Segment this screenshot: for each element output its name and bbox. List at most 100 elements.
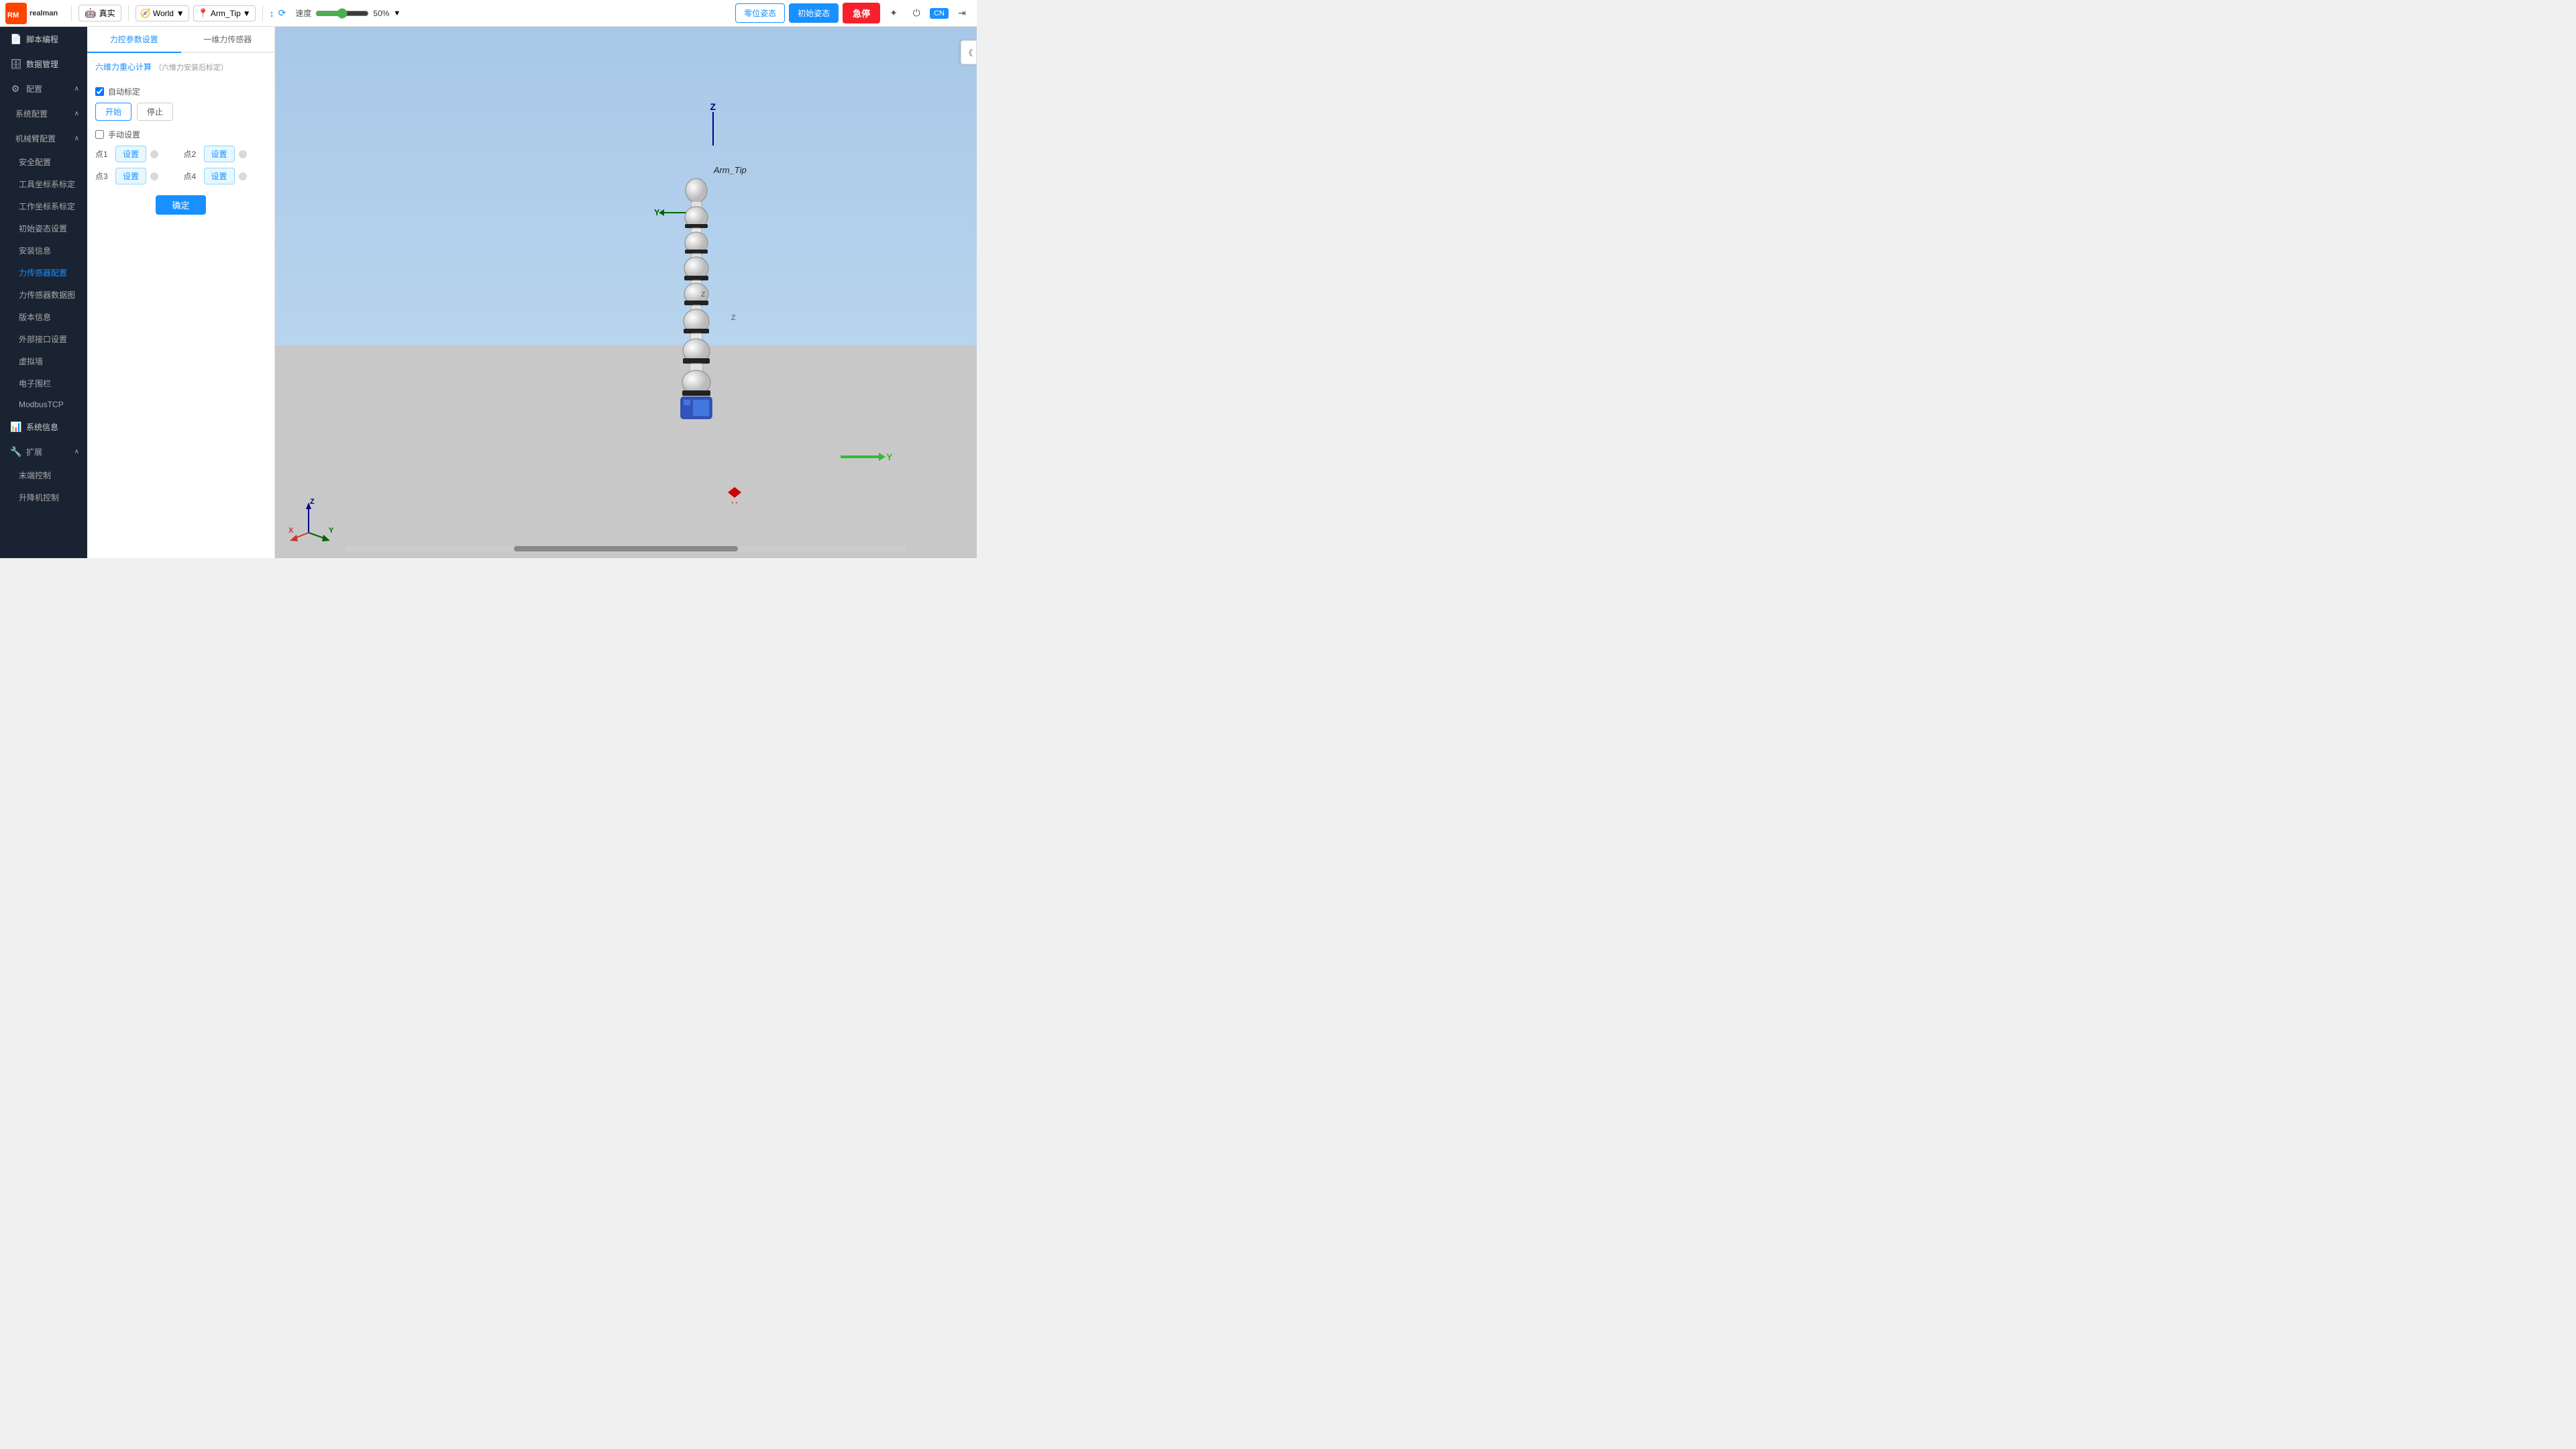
point2-label: 点2 xyxy=(184,148,200,160)
logo-icon: RM xyxy=(5,3,27,24)
sidebar-item-virtual-wall[interactable]: 虚拟墙 xyxy=(0,350,87,372)
sidebar-label-script: 脚本编程 xyxy=(26,34,58,45)
bottom-scrollbar[interactable] xyxy=(345,546,907,551)
sidebar-item-force-chart[interactable]: 力传感器数据图 xyxy=(0,284,87,306)
sidebar-label-lift: 升降机控制 xyxy=(19,493,59,502)
arm-tip-label: Arm_Tip xyxy=(211,9,241,18)
sidebar-item-terminal[interactable]: 末端控制 xyxy=(0,464,87,486)
collapse-button[interactable]: 《 xyxy=(961,40,977,64)
expand-chevron-icon: ∧ xyxy=(74,448,79,455)
config-label-left: ⚙ 配置 xyxy=(10,83,42,95)
sidebar-label-version: 版本信息 xyxy=(19,313,51,322)
sidebar-item-init-pose[interactable]: 初始姿态设置 xyxy=(0,217,87,239)
divider1 xyxy=(71,5,72,21)
section-subtitle: （六维力安装后标定） xyxy=(154,62,228,72)
divider2 xyxy=(128,5,129,21)
sidebar-label-config: 配置 xyxy=(26,83,42,95)
sidebar-item-force-sensor[interactable]: 力传感器配置 xyxy=(0,262,87,284)
sidebar-label-sysconfig: 系统配置 xyxy=(15,108,48,119)
sidebar-label-work-calib: 工作坐标系标定 xyxy=(19,202,75,211)
tab-1d-sensor[interactable]: 一维力传感器 xyxy=(181,27,275,53)
arm-tip-icon: 📍 xyxy=(198,8,209,19)
logo-text: realman xyxy=(30,9,58,17)
sidebar-item-version[interactable]: 版本信息 xyxy=(0,306,87,328)
armconfig-chevron-icon: ∧ xyxy=(74,135,79,142)
sidebar-label-safety: 安全配置 xyxy=(19,158,51,167)
chevron-down-icon2: ▼ xyxy=(243,9,251,18)
tab-force-params[interactable]: 力控参数设置 xyxy=(87,27,181,53)
y-axis-right-arrowhead xyxy=(879,453,885,461)
sidebar-item-work-calib[interactable]: 工作坐标系标定 xyxy=(0,195,87,217)
data-icon: 🗄 xyxy=(10,58,21,70)
point1-indicator xyxy=(150,150,158,158)
sidebar-label-e-fence: 电子围栏 xyxy=(19,379,51,388)
start-button[interactable]: 开始 xyxy=(95,103,131,121)
mode-btn[interactable]: 🤖 真实 xyxy=(78,5,121,21)
x-marker-svg: ✕ xyxy=(728,487,741,503)
mode-icon: 🤖 xyxy=(85,7,96,19)
svg-text:✕: ✕ xyxy=(731,500,739,503)
axis-widget: Z X Y xyxy=(288,496,342,545)
sidebar-item-sysinfo[interactable]: 📊 系统信息 xyxy=(0,415,87,439)
viewport[interactable]: Z Y Arm_Tip xyxy=(275,27,977,558)
section-title: 六维力重心计算 xyxy=(95,61,152,72)
power-icon[interactable]: ⏻ xyxy=(907,4,926,23)
emergency-stop-button[interactable]: 急停 xyxy=(843,3,880,23)
world-label: World xyxy=(153,9,174,18)
sidebar-item-safety[interactable]: 安全配置 xyxy=(0,151,87,173)
z-axis-mid: Z xyxy=(731,314,736,322)
sidebar-item-system-config[interactable]: 系统配置 ∧ xyxy=(0,101,87,126)
point1-row: 点1 设置 xyxy=(95,146,178,162)
sidebar-item-lift[interactable]: 升降机控制 xyxy=(0,486,87,508)
point3-indicator xyxy=(150,172,158,180)
sidebar-item-config[interactable]: ⚙ 配置 ∧ xyxy=(0,76,87,101)
sidebar-item-e-fence[interactable]: 电子围栏 xyxy=(0,372,87,394)
point2-set-button[interactable]: 设置 xyxy=(204,146,235,162)
y-axis-right-line xyxy=(841,455,881,458)
sidebar-label-virtual-wall: 虚拟墙 xyxy=(19,357,43,366)
sidebar-item-install[interactable]: 安装信息 xyxy=(0,239,87,262)
points-grid: 点1 设置 点2 设置 点3 设置 点4 xyxy=(95,146,266,184)
speed-value: 50% xyxy=(373,9,389,18)
y-axis-right-label: Y xyxy=(886,451,892,462)
manual-calib-checkbox[interactable] xyxy=(95,130,104,139)
world-dropdown[interactable]: 🧭 World ▼ xyxy=(136,5,189,21)
auto-calib-checkbox[interactable] xyxy=(95,87,104,96)
z-axis-top: Z xyxy=(710,101,716,146)
scrollbar-thumb[interactable] xyxy=(514,546,739,551)
settings-icon[interactable]: ✦ xyxy=(884,4,903,23)
point4-set-button[interactable]: 设置 xyxy=(204,168,235,184)
speed-slider[interactable] xyxy=(315,8,369,19)
sysconfig-chevron-icon: ∧ xyxy=(74,110,79,117)
coord-icon: 🧭 xyxy=(140,8,151,19)
point4-label: 点4 xyxy=(184,170,200,182)
arm-tip-dropdown[interactable]: 📍 Arm_Tip ▼ xyxy=(193,5,256,21)
sidebar-label-data: 数据管理 xyxy=(26,58,58,70)
language-badge[interactable]: CN xyxy=(930,8,949,19)
sidebar-item-expand[interactable]: 🔧 扩展 ∧ xyxy=(0,439,87,464)
mode-label: 真实 xyxy=(99,7,115,19)
svg-text:RM: RM xyxy=(7,11,19,19)
toolbar-right: 零位姿态 初始姿态 急停 ✦ ⏻ CN ⇥ xyxy=(735,3,971,23)
point4-indicator xyxy=(239,172,247,180)
sidebar-item-script[interactable]: 📄 脚本编程 xyxy=(0,27,87,52)
sysinfo-icon: 📊 xyxy=(10,421,21,433)
point3-set-button[interactable]: 设置 xyxy=(115,168,146,184)
sidebar-item-data[interactable]: 🗄 数据管理 xyxy=(0,52,87,76)
init-pose-button[interactable]: 初始姿态 xyxy=(789,3,839,23)
stop-button[interactable]: 停止 xyxy=(137,103,173,121)
sidebar-item-tool-calib[interactable]: 工具坐标系标定 xyxy=(0,173,87,195)
chevron-down-icon3[interactable]: ▼ xyxy=(393,9,400,17)
svg-text:Z: Z xyxy=(310,498,315,506)
point1-set-button[interactable]: 设置 xyxy=(115,146,146,162)
confirm-button[interactable]: 确定 xyxy=(156,195,205,215)
z-axis-line xyxy=(712,112,714,146)
sidebar-item-arm-config[interactable]: 机械臂配置 ∧ xyxy=(0,126,87,151)
zero-pose-button[interactable]: 零位姿态 xyxy=(735,3,785,23)
sidebar-item-modbus[interactable]: ModbusTCP xyxy=(0,394,87,415)
sidebar-label-modbus: ModbusTCP xyxy=(19,400,64,409)
logout-icon[interactable]: ⇥ xyxy=(953,4,971,23)
sysconfig-label-left: 系统配置 xyxy=(15,108,48,119)
sidebar-item-ext-io[interactable]: 外部接口设置 xyxy=(0,328,87,350)
auto-calib-row: 自动标定 xyxy=(95,86,266,97)
